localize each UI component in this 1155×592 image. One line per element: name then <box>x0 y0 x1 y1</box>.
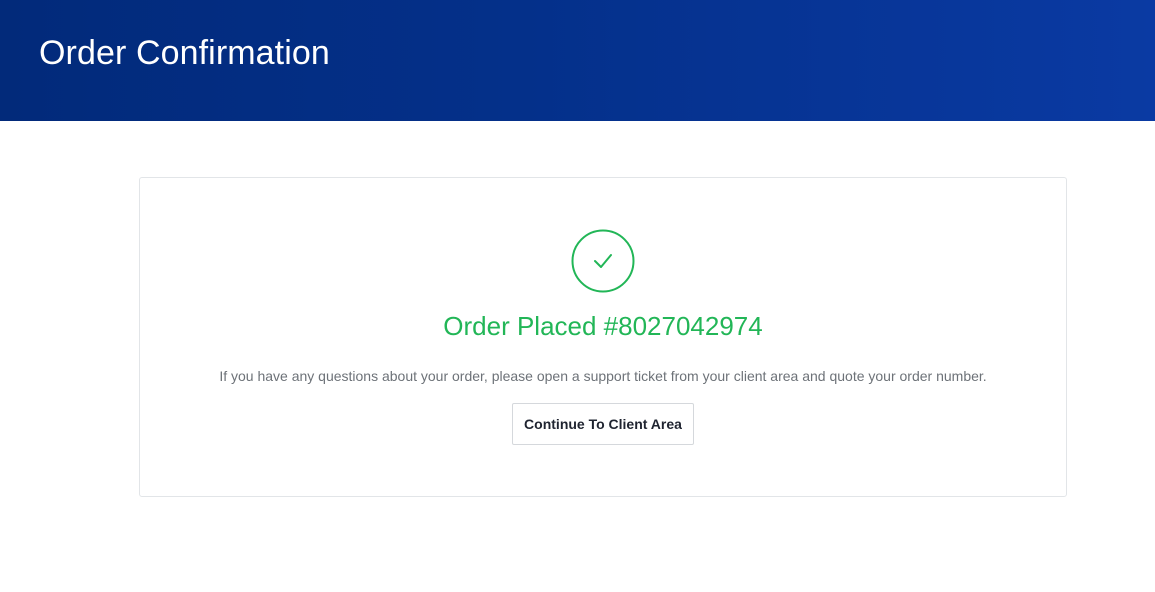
support-message: If you have any questions about your ord… <box>219 368 987 384</box>
order-placed-label: Order Placed <box>443 311 604 341</box>
order-number: #8027042974 <box>603 311 763 341</box>
page-header: Order Confirmation <box>0 0 1155 121</box>
continue-to-client-area-button[interactable]: Continue To Client Area <box>512 403 694 445</box>
checkmark-circle-icon <box>571 229 635 293</box>
order-placed-heading: Order Placed #8027042974 <box>140 309 1066 343</box>
order-confirmation-card: Order Placed #8027042974 If you have any… <box>139 177 1067 497</box>
page-title: Order Confirmation <box>39 34 330 72</box>
